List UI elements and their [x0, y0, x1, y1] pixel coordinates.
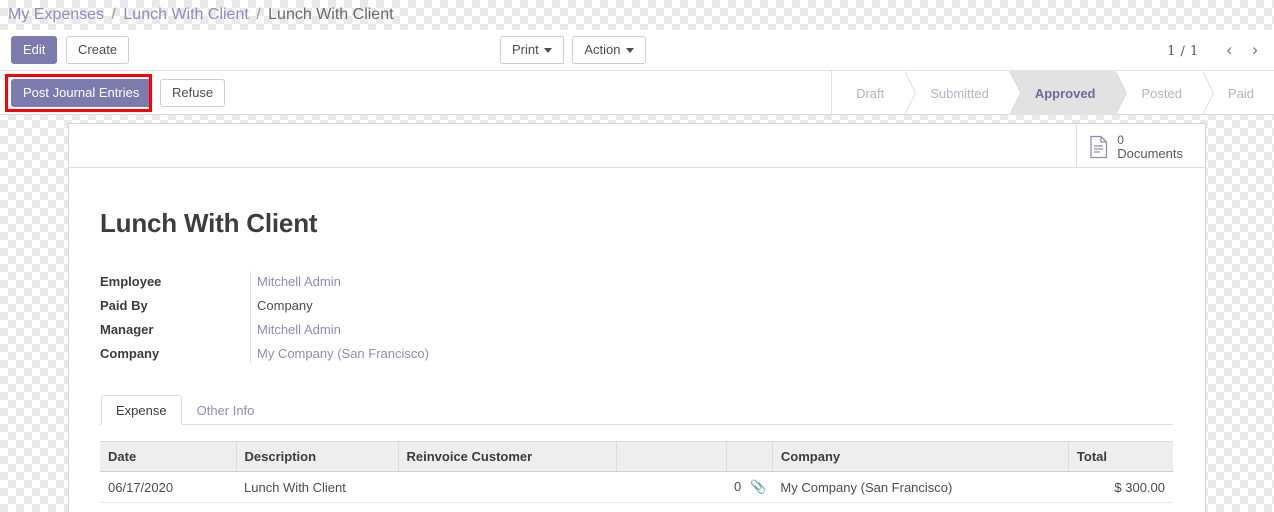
- stage-label: Paid: [1227, 85, 1254, 101]
- chevron-down-icon: [543, 48, 552, 54]
- pager-count: 1 / 1: [1167, 44, 1199, 59]
- edit-button[interactable]: Edit: [11, 36, 58, 64]
- field-label-paid-by: Paid By: [100, 297, 148, 313]
- refuse-button[interactable]: Refuse: [159, 79, 226, 107]
- stage-label: Posted: [1141, 85, 1182, 101]
- cell-description: Lunch With Client: [236, 471, 398, 503]
- table-row-empty: [100, 502, 1173, 512]
- documents-count: 0: [1117, 132, 1124, 147]
- breadcrumb-separator: /: [256, 6, 261, 23]
- status-stage-bar: Draft Submitted Approved Posted Paid: [831, 71, 1274, 115]
- stage-label: Draft: [856, 85, 885, 101]
- control-panel-dropdowns: Print Action: [500, 36, 646, 64]
- notebook: Expense Other Info Date Description Rein…: [100, 395, 1173, 512]
- field-value-employee[interactable]: Mitchell Admin: [250, 274, 341, 289]
- table-body: 06/17/2020 Lunch With Client 0 📎 My Compa…: [100, 471, 1173, 512]
- field-value-manager[interactable]: Mitchell Admin: [250, 322, 341, 337]
- cell-date: 06/17/2020: [100, 471, 236, 503]
- create-button[interactable]: Create: [66, 36, 130, 64]
- cell-empty: [100, 502, 236, 512]
- cell-company: My Company (San Francisco): [772, 471, 1069, 503]
- expense-lines-table: Date Description Reinvoice Customer Comp…: [100, 441, 1173, 512]
- column-header-reinvoice-customer[interactable]: Reinvoice Customer: [398, 441, 617, 472]
- documents-stat-button[interactable]: 0 Documents: [1076, 124, 1197, 167]
- form-fields: Employee Mitchell Admin Paid By Company …: [100, 269, 560, 365]
- field-value-company[interactable]: My Company (San Francisco): [250, 346, 429, 361]
- column-header-company[interactable]: Company: [772, 441, 1069, 472]
- breadcrumb-separator: /: [111, 6, 116, 23]
- field-value-paid-by: Company: [257, 297, 313, 313]
- documents-stat-text: 0 Documents: [1117, 132, 1183, 163]
- form-sheet: 0 Documents Lunch With Client Employee M…: [68, 123, 1206, 512]
- cell-blank: [616, 471, 726, 503]
- stage-label: Approved: [1034, 85, 1096, 101]
- documents-label: Documents: [1117, 146, 1183, 162]
- odoo-expense-form-page: My Expenses / Lunch With Client / Lunch …: [0, 0, 1274, 512]
- table-header: Date Description Reinvoice Customer Comp…: [100, 441, 1173, 472]
- cell-empty: [616, 502, 726, 512]
- stat-button-row: 0 Documents: [69, 124, 1205, 168]
- post-journal-entries-button[interactable]: Post Journal Entries: [11, 79, 152, 107]
- form-body: Lunch With Client Employee Mitchell Admi…: [69, 168, 1205, 512]
- tab-other-info[interactable]: Other Info: [182, 395, 270, 425]
- cell-total: $ 300.00: [1068, 471, 1173, 503]
- cell-empty: [726, 502, 773, 512]
- cell-empty: [772, 502, 1069, 512]
- field-label-employee: Employee: [100, 273, 162, 289]
- field-row-company: Company My Company (San Francisco): [100, 341, 560, 365]
- cell-attachment: 0 📎: [726, 471, 773, 503]
- breadcrumb-item-my-expenses[interactable]: My Expenses: [8, 6, 104, 23]
- stage-label: Submitted: [930, 85, 989, 101]
- chevron-down-icon: [625, 48, 634, 54]
- print-label: Print: [512, 42, 539, 57]
- table-row[interactable]: 06/17/2020 Lunch With Client 0 📎 My Compa…: [100, 471, 1173, 503]
- action-label: Action: [584, 42, 621, 57]
- page-title: Lunch With Client: [100, 208, 318, 238]
- column-header-blank-1: [616, 441, 727, 472]
- print-dropdown-button[interactable]: Print: [500, 36, 564, 64]
- control-panel-left-buttons: Edit Create: [11, 36, 130, 64]
- breadcrumb-item-lunch-with-client[interactable]: Lunch With Client: [123, 6, 248, 23]
- control-panel: Edit Create Print Action 1 / 1 ‹ ›: [0, 30, 1274, 70]
- cell-empty: [236, 502, 398, 512]
- cell-empty: [1068, 502, 1173, 512]
- table-header-row: Date Description Reinvoice Customer Comp…: [100, 441, 1173, 472]
- field-label-manager: Manager: [100, 321, 154, 337]
- statusbar-row: Post Journal Entries Refuse Draft Submit…: [0, 70, 1274, 115]
- pager: 1 / 1 ‹ ›: [1167, 38, 1266, 62]
- stage-draft[interactable]: Draft: [832, 71, 917, 115]
- pager-previous-icon[interactable]: ‹: [1218, 38, 1240, 62]
- field-row-employee: Employee Mitchell Admin: [100, 269, 560, 293]
- column-header-total[interactable]: Total: [1068, 441, 1173, 472]
- field-row-paid-by: Paid By Company: [100, 293, 560, 317]
- stage-submitted[interactable]: Submitted: [904, 71, 1021, 115]
- stage-posted[interactable]: Posted: [1115, 71, 1215, 115]
- stage-approved[interactable]: Approved: [1008, 71, 1128, 115]
- pager-next-icon[interactable]: ›: [1244, 38, 1266, 62]
- tab-expense[interactable]: Expense: [101, 395, 182, 425]
- field-label-company: Company: [100, 345, 160, 361]
- paperclip-icon[interactable]: 📎: [750, 479, 766, 494]
- column-header-description[interactable]: Description: [236, 441, 399, 472]
- cell-empty: [398, 502, 616, 512]
- column-header-date[interactable]: Date: [100, 441, 237, 472]
- field-row-manager: Manager Mitchell Admin: [100, 317, 560, 341]
- workflow-buttons: Post Journal Entries Refuse: [11, 79, 226, 107]
- cell-reinvoice-customer: [398, 471, 616, 503]
- notebook-tabs: Expense Other Info: [100, 395, 1173, 425]
- action-dropdown-button[interactable]: Action: [572, 36, 646, 64]
- attachment-count: 0: [734, 479, 742, 494]
- document-icon: [1089, 135, 1109, 162]
- breadcrumb-item-current: Lunch With Client: [268, 6, 394, 23]
- column-header-blank-2: [726, 441, 773, 472]
- breadcrumb: My Expenses / Lunch With Client / Lunch …: [8, 2, 394, 28]
